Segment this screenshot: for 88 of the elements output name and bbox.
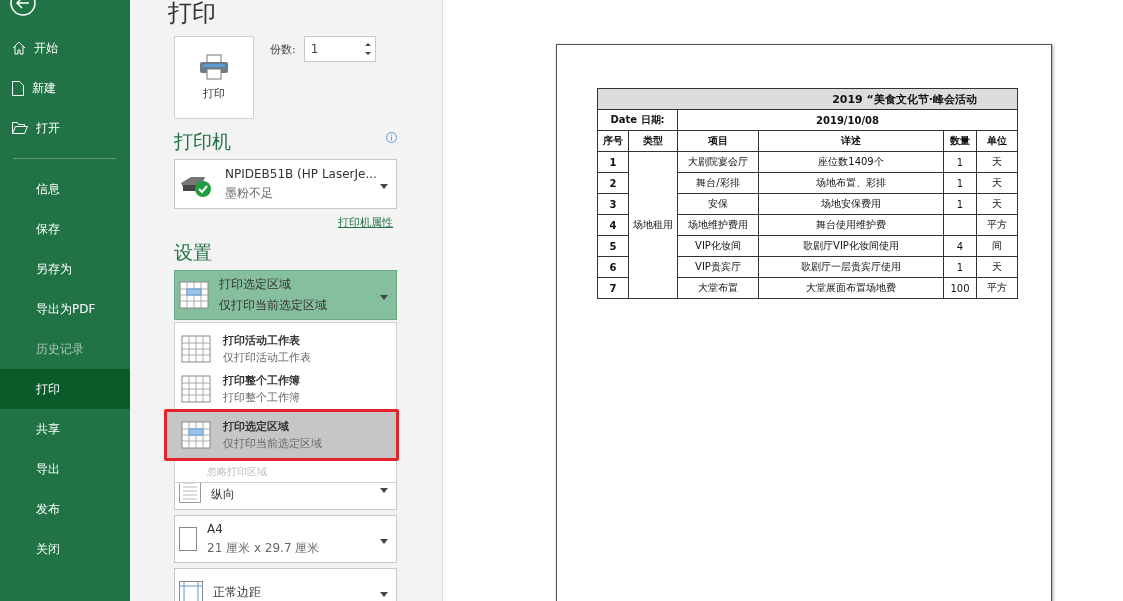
table-cell: 1 [943, 151, 977, 173]
table-cell: 舞台使用维护费 [758, 214, 944, 236]
table-grid-icon [179, 281, 209, 309]
sidebar-item[interactable]: 打印 [0, 369, 130, 409]
sidebar-item[interactable]: 开始 [0, 28, 130, 68]
table-cell: 2019/10/08 [677, 109, 1018, 131]
caret-icon [380, 184, 388, 189]
caret-icon [380, 295, 388, 300]
print-range-dropdown[interactable]: 打印选定区域 仅打印当前选定区域 [174, 270, 397, 320]
table-cell: 场地租用 [628, 151, 678, 299]
sidebar-item[interactable]: 导出 [0, 449, 130, 489]
table-cell: 4 [597, 214, 629, 236]
printer-icon [199, 54, 229, 80]
sidebar-item[interactable]: 打开 [0, 108, 130, 148]
table-cell: 大剧院宴会厅 [677, 151, 759, 173]
sidebar-item[interactable]: 发布 [0, 489, 130, 529]
print-button[interactable]: 打印 [174, 36, 254, 119]
copies-label: 份数: [270, 42, 296, 57]
menu-item[interactable]: 打印整个工作簿 打印整个工作簿 [175, 369, 396, 409]
table-grid-icon [181, 421, 211, 449]
paper-icon [179, 527, 197, 551]
sidebar-item[interactable]: 导出为PDF [0, 289, 130, 329]
table-cell: 1 [943, 256, 977, 278]
sidebar-item[interactable]: 关闭 [0, 529, 130, 569]
table-cell: 1 [597, 151, 629, 173]
sidebar-item[interactable]: 另存为 [0, 249, 130, 289]
table-grid-icon [181, 375, 211, 403]
caret-icon [380, 592, 388, 597]
caret-icon [380, 488, 388, 493]
document-icon [12, 80, 24, 96]
section-heading: 打印机 [174, 129, 231, 154]
table-cell: 大堂布置 [677, 277, 759, 299]
table-cell: VIP贵宾厅 [677, 256, 759, 278]
table-cell: 舞台/彩排 [677, 172, 759, 194]
caret-icon [380, 539, 388, 544]
table-grid-icon [181, 335, 211, 363]
table-cell: 3 [597, 193, 629, 215]
info-icon[interactable] [386, 132, 397, 143]
table-cell: 天 [976, 172, 1018, 194]
printer-dropdown[interactable]: NPIDEB51B (HP LaserJe... 墨粉不足 [174, 159, 397, 209]
column-header: 序号 [597, 130, 629, 152]
column-header: 数量 [943, 130, 977, 152]
table-cell: 1 [943, 172, 977, 194]
copies-field[interactable]: 1 [303, 36, 376, 62]
table-cell: 6 [597, 256, 629, 278]
table-cell: 歌剧厅VIP化妆间使用 [758, 235, 944, 257]
table-cell: 2 [597, 172, 629, 194]
table-cell: 5 [597, 235, 629, 257]
table-cell: 歌剧厅一层贵宾厅使用 [758, 256, 944, 278]
table-cell: 7 [597, 277, 629, 299]
home-icon [12, 41, 26, 55]
sidebar-item[interactable]: 信息 [0, 169, 130, 209]
table-cell: 座位数1409个 [758, 151, 944, 173]
spin-arrows-icon [364, 42, 371, 56]
sidebar-item[interactable]: 新建 [0, 68, 130, 108]
section-heading: 设置 [174, 240, 212, 265]
column-header: 单位 [976, 130, 1018, 152]
table-cell: 平方 [976, 277, 1018, 299]
table-cell: 天 [976, 151, 1018, 173]
column-header: 详述 [758, 130, 944, 152]
margins-icon [179, 581, 203, 601]
table-cell: 场地安保费用 [758, 193, 944, 215]
menu-item[interactable]: 打印选定区域 仅打印当前选定区域 [164, 409, 399, 461]
table-cell: 天 [976, 193, 1018, 215]
table-cell: 场地布置、彩排 [758, 172, 944, 194]
column-header: 项目 [677, 130, 759, 152]
table-title: 2019 “美食文化节·峰会活动 [597, 88, 1018, 110]
table-cell: 平方 [976, 214, 1018, 236]
table-cell: 1 [943, 193, 977, 215]
column-header: 类型 [628, 130, 678, 152]
table-cell: VIP化妆间 [677, 235, 759, 257]
table-cell: Date 日期: [597, 109, 678, 131]
table-cell: 场地维护费用 [677, 214, 759, 236]
table-cell: 安保 [677, 193, 759, 215]
page-title: 打印 [168, 0, 217, 26]
table-cell: 大堂展面布置场地费 [758, 277, 944, 299]
table-cell: 4 [943, 235, 977, 257]
paper-dropdown[interactable]: A4 21 厘米 x 29.7 厘米 [174, 515, 397, 563]
margins-dropdown[interactable]: 正常边距 [174, 568, 397, 601]
sidebar-item[interactable]: 保存 [0, 209, 130, 249]
sidebar-item[interactable]: 共享 [0, 409, 130, 449]
menu-item[interactable]: 打印活动工作表 仅打印活动工作表 [175, 329, 396, 369]
table-cell: 天 [976, 256, 1018, 278]
table-cell [943, 214, 977, 236]
table-cell: 间 [976, 235, 1018, 257]
folder-icon [12, 122, 28, 134]
table-cell: 100 [943, 277, 977, 299]
printer-properties-link[interactable]: 打印机属性 [174, 215, 393, 230]
